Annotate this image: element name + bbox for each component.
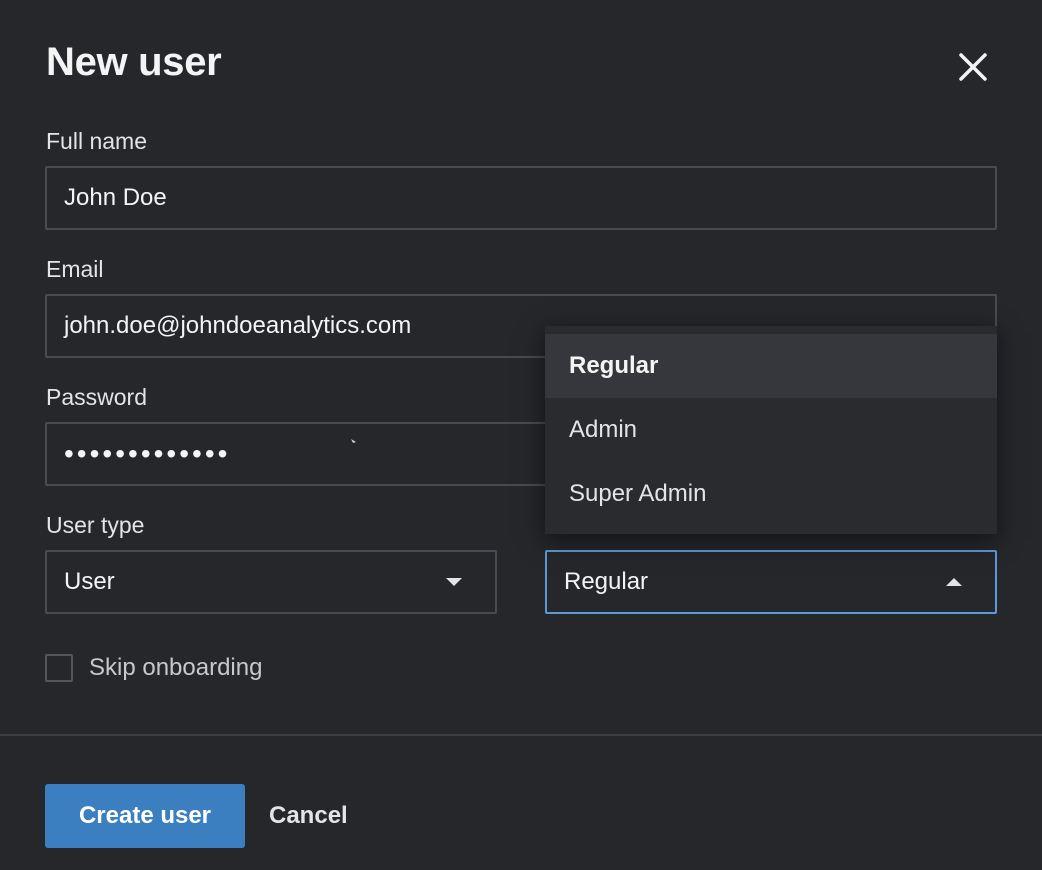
close-icon xyxy=(959,53,987,81)
role-option-regular[interactable]: Regular xyxy=(545,334,997,398)
role-option-super-admin[interactable]: Super Admin xyxy=(545,462,997,526)
skip-onboarding-checkbox[interactable] xyxy=(45,654,73,682)
user-type-value: User xyxy=(64,568,115,595)
email-label: Email xyxy=(46,256,104,282)
cancel-button[interactable]: Cancel xyxy=(269,784,348,848)
role-value: Regular xyxy=(564,568,649,595)
close-button[interactable] xyxy=(954,48,992,86)
chevron-up-icon xyxy=(946,578,962,586)
full-name-input[interactable]: John Doe xyxy=(45,166,997,230)
user-type-label: User type xyxy=(46,512,145,538)
role-select[interactable]: Regular xyxy=(545,550,997,614)
role-dropdown-menu: Regular Admin Super Admin xyxy=(545,326,997,534)
footer-divider xyxy=(0,734,1042,736)
user-type-select[interactable]: User xyxy=(45,550,497,614)
new-user-dialog: New user Full name John Doe Email john.d… xyxy=(0,0,1042,870)
skip-onboarding-row[interactable]: Skip onboarding xyxy=(45,654,262,682)
password-label: Password xyxy=(46,384,147,410)
dialog-title: New user xyxy=(46,40,222,84)
role-option-admin[interactable]: Admin xyxy=(545,398,997,462)
create-user-button[interactable]: Create user xyxy=(45,784,245,848)
mouse-cursor-icon xyxy=(351,439,356,443)
skip-onboarding-label: Skip onboarding xyxy=(89,654,263,681)
full-name-label: Full name xyxy=(46,128,147,154)
chevron-down-icon xyxy=(446,578,462,586)
